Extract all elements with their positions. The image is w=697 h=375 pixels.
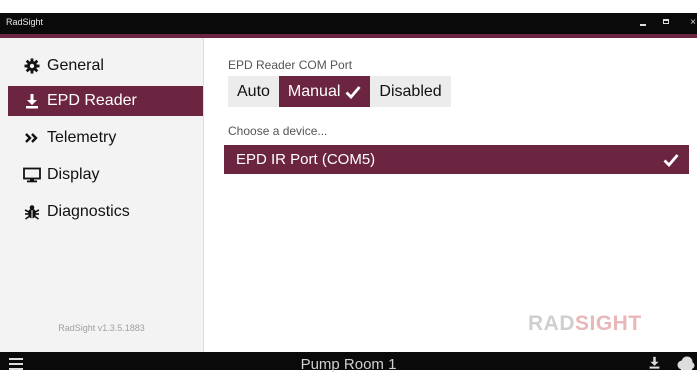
sidebar: General EPD Reader Telemetry Display Dia… [0,38,204,352]
maximize-icon [663,19,669,24]
sidebar-item-diagnostics[interactable]: Diagnostics [8,197,203,227]
download-icon [23,92,41,110]
option-disabled-button[interactable]: Disabled [370,76,451,107]
sidebar-item-label: Telemetry [47,129,117,146]
maximize-button[interactable] [660,16,674,30]
window-title: RadSight [6,17,44,27]
minimize-icon [640,24,646,26]
gear-icon [23,57,41,75]
location-label: Pump Room 1 [300,356,397,373]
download-icon[interactable] [648,355,661,375]
device-prompt: Choose a device... [228,124,328,138]
title-bar: RadSight × [0,13,697,34]
cloud-icon[interactable] [676,356,695,375]
checkmark-icon [663,153,679,167]
sidebar-item-telemetry[interactable]: Telemetry [8,123,203,153]
sidebar-item-label: Diagnostics [47,203,130,220]
option-auto-button[interactable]: Auto [228,76,279,107]
sidebar-item-label: Display [47,166,100,183]
monitor-icon [23,166,41,184]
device-list-item[interactable]: EPD IR Port (COM5) [224,145,689,174]
close-button[interactable]: × [686,16,697,30]
minimize-button[interactable] [637,16,651,30]
sidebar-item-epd-reader[interactable]: EPD Reader [8,86,203,116]
com-port-selector: Auto Manual Disabled [228,76,451,107]
sidebar-item-label: EPD Reader [47,92,137,109]
bug-icon [23,203,41,221]
version-label: RadSight v1.3.5.1883 [58,323,145,333]
sidebar-item-display[interactable]: Display [8,160,203,190]
device-name: EPD IR Port (COM5) [236,151,376,168]
sidebar-item-label: General [47,57,104,74]
double-chevron-right-icon [23,129,41,147]
checkmark-icon [345,85,361,99]
option-manual-button[interactable]: Manual [278,76,371,107]
com-port-label: EPD Reader COM Port [228,58,353,72]
status-bar: Pump Room 1 [0,352,697,373]
sidebar-item-general[interactable]: General [8,51,203,81]
settings-panel: EPD Reader COM Port Auto Manual Disabled… [204,38,697,352]
radsight-logo: RADSIGHT [528,312,642,335]
